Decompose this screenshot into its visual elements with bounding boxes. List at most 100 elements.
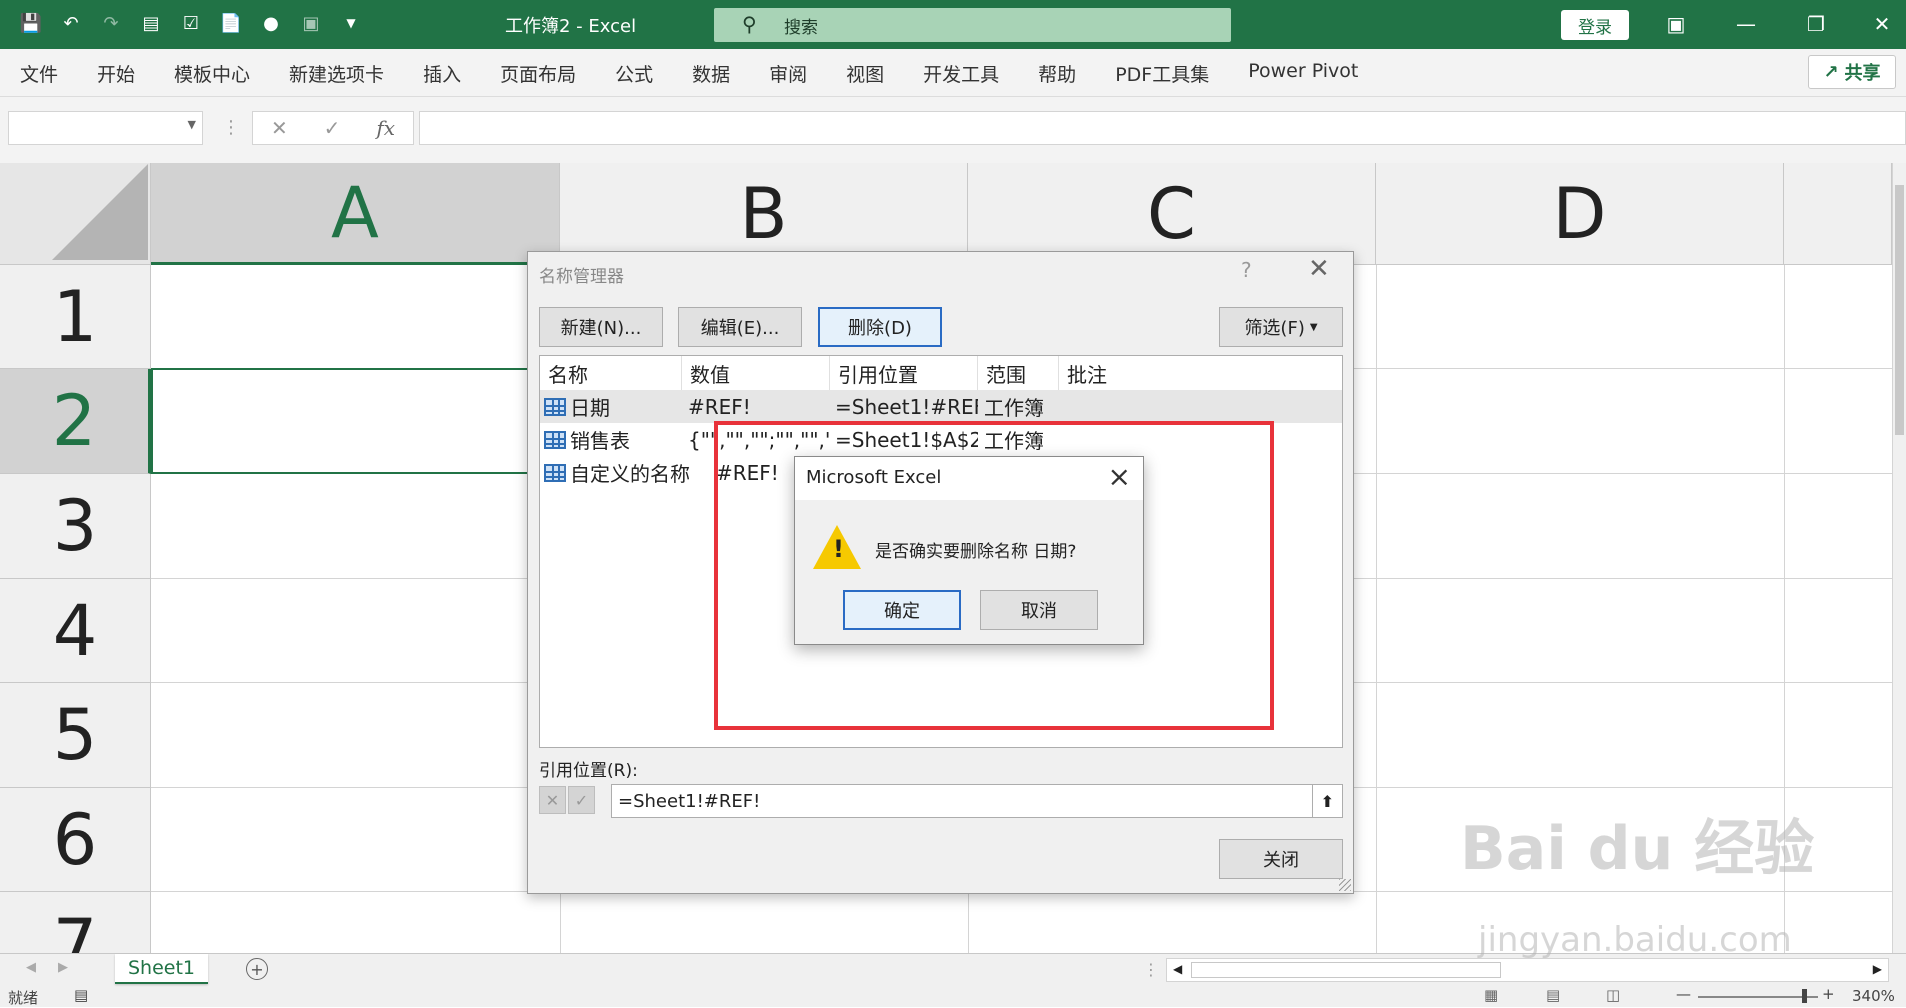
form-icon[interactable]: ▤ [138, 10, 164, 36]
column-header-c[interactable]: C [968, 163, 1376, 265]
macro-record-icon[interactable]: ▤ [74, 986, 88, 1004]
select-all-corner[interactable] [0, 163, 151, 265]
ribbon-tab[interactable]: 文件 [20, 60, 78, 87]
edit-button[interactable]: 编辑(E)... [678, 307, 802, 347]
status-bar: 就绪 ▤ ▦ ▤ ◫ — + 340% [0, 985, 1906, 1007]
insert-function-button[interactable]: fx [376, 116, 395, 140]
zoom-slider-thumb[interactable] [1802, 989, 1807, 1003]
ribbon-tab[interactable]: 新建选项卡 [289, 60, 404, 87]
ribbon-tab[interactable]: PDF工具集 [1115, 60, 1229, 87]
scroll-right-arrow-icon[interactable]: ▶ [1873, 962, 1882, 976]
minimize-icon[interactable]: — [1726, 6, 1766, 42]
ribbon-display-icon[interactable]: ▣ [1656, 6, 1696, 42]
zoom-level[interactable]: 340% [1852, 987, 1895, 1005]
cancel-icon[interactable]: ✕ [539, 786, 566, 814]
redo-icon[interactable]: ↷ [98, 10, 124, 36]
ribbon-tab[interactable]: 数据 [692, 60, 750, 87]
scroll-left-arrow-icon[interactable]: ◀ [1173, 962, 1182, 976]
scroll-thumb[interactable] [1895, 185, 1904, 435]
share-label: 共享 [1844, 63, 1881, 84]
cancel-icon[interactable]: ✕ [271, 116, 288, 140]
page-break-view-icon[interactable]: ◫ [1606, 986, 1620, 1004]
column-header-value[interactable]: 数值 [682, 356, 830, 390]
macro-icon[interactable]: ▣ [298, 10, 324, 36]
ribbon-tab[interactable]: Power Pivot [1248, 60, 1378, 87]
chevron-down-icon[interactable]: ▼ [188, 118, 196, 131]
sheet-tab[interactable]: Sheet1 [115, 954, 208, 984]
refers-to-input[interactable]: =Sheet1!#REF! ⬆ [611, 784, 1343, 818]
row-header-7[interactable]: 7 [0, 892, 151, 953]
name-cell: 日期 [570, 396, 610, 420]
restore-icon[interactable]: ❐ [1796, 6, 1836, 42]
undo-icon[interactable]: ↶ [58, 10, 84, 36]
inspect-icon[interactable]: ☑ [178, 10, 204, 36]
ribbon-tab[interactable]: 公式 [615, 60, 673, 87]
list-item[interactable]: 销售表 {"","","";"","","... =Sheet1!$A$2:..… [540, 423, 1342, 456]
ok-button[interactable]: 确定 [843, 590, 961, 630]
scroll-left-icon[interactable]: ◀ [26, 960, 36, 975]
new-button[interactable]: 新建(N)... [539, 307, 663, 347]
collapse-dialog-icon[interactable]: ⬆ [1312, 785, 1342, 817]
close-icon[interactable]: × [1108, 460, 1131, 493]
column-header-comment[interactable]: 批注 [1059, 356, 1342, 390]
ribbon-tab[interactable]: 审阅 [769, 60, 827, 87]
vertical-scrollbar[interactable] [1892, 163, 1906, 953]
save-icon[interactable]: 💾 [18, 10, 44, 36]
close-icon[interactable]: ✕ [1308, 254, 1330, 284]
ribbon-tab[interactable]: 插入 [423, 60, 481, 87]
zoom-in-icon[interactable]: + [1822, 985, 1835, 1003]
close-button[interactable]: 关闭 [1219, 839, 1343, 879]
help-button[interactable]: ? [1241, 258, 1252, 282]
delete-button[interactable]: 删除(D) [818, 307, 942, 347]
login-button[interactable]: 登录 [1561, 10, 1629, 40]
horizontal-scrollbar[interactable]: ◀ ▶ [1166, 958, 1889, 982]
cancel-button[interactable]: 取消 [980, 590, 1098, 630]
search-box[interactable]: ⚲ 搜索 [714, 8, 1231, 42]
row-header-1[interactable]: 1 [0, 265, 151, 369]
refers-to-label: 引用位置(R): [539, 761, 638, 781]
ribbon-tab[interactable]: 视图 [846, 60, 904, 87]
document-icon[interactable]: 📄 [218, 10, 244, 36]
row-header-5[interactable]: 5 [0, 683, 151, 788]
active-cell-a2[interactable] [151, 368, 560, 474]
resize-grip-icon[interactable] [1339, 879, 1351, 891]
row-header-2[interactable]: 2 [0, 369, 151, 474]
column-header-b[interactable]: B [560, 163, 968, 265]
share-button[interactable]: ↗ 共享 [1808, 55, 1896, 89]
scope-cell: 工作簿 [984, 396, 1044, 420]
ribbon-tab[interactable]: 页面布局 [500, 60, 596, 87]
page-layout-view-icon[interactable]: ▤ [1546, 986, 1560, 1004]
ribbon-tab[interactable]: 开发工具 [923, 60, 1019, 87]
row-header-6[interactable]: 6 [0, 788, 151, 892]
list-item[interactable]: 日期 #REF! =Sheet1!#REF! 工作簿 [540, 390, 1342, 423]
customize-toolbar-icon[interactable]: ▼ [338, 10, 364, 36]
column-header-name[interactable]: 名称 [540, 356, 682, 390]
column-header-d[interactable]: D [1376, 163, 1784, 265]
confirm-icon[interactable]: ✓ [568, 786, 595, 814]
scroll-right-icon[interactable]: ▶ [58, 960, 68, 975]
normal-view-icon[interactable]: ▦ [1484, 986, 1498, 1004]
scroll-thumb[interactable] [1191, 962, 1501, 978]
close-window-icon[interactable]: ✕ [1862, 6, 1902, 42]
column-header-refers-to[interactable]: 引用位置 [830, 356, 978, 390]
formula-input[interactable] [419, 111, 1906, 145]
table-name-icon [544, 397, 566, 416]
add-sheet-icon[interactable]: + [246, 958, 268, 980]
row-header-3[interactable]: 3 [0, 474, 151, 579]
ribbon-tab[interactable]: 帮助 [1038, 60, 1096, 87]
enter-icon[interactable]: ✓ [324, 116, 341, 140]
record-icon[interactable]: ● [258, 10, 284, 36]
zoom-slider[interactable] [1698, 996, 1818, 998]
splitter-icon[interactable]: ⋮ [1143, 960, 1159, 979]
name-box[interactable]: ▼ [8, 111, 203, 145]
column-header-e[interactable] [1784, 163, 1892, 265]
ribbon-tab[interactable]: 模板中心 [174, 60, 270, 87]
ref-cell: =Sheet1!$A$2:... [835, 427, 978, 452]
zoom-out-icon[interactable]: — [1676, 985, 1691, 1003]
filter-button[interactable]: 筛选(F) ▼ [1219, 307, 1343, 347]
column-header-scope[interactable]: 范围 [978, 356, 1059, 390]
formula-bar: ▼ ⋮ ✕ ✓ fx [0, 97, 1906, 163]
row-header-4[interactable]: 4 [0, 579, 151, 683]
ribbon-tab[interactable]: 开始 [97, 60, 155, 87]
column-header-a[interactable]: A [151, 163, 560, 265]
